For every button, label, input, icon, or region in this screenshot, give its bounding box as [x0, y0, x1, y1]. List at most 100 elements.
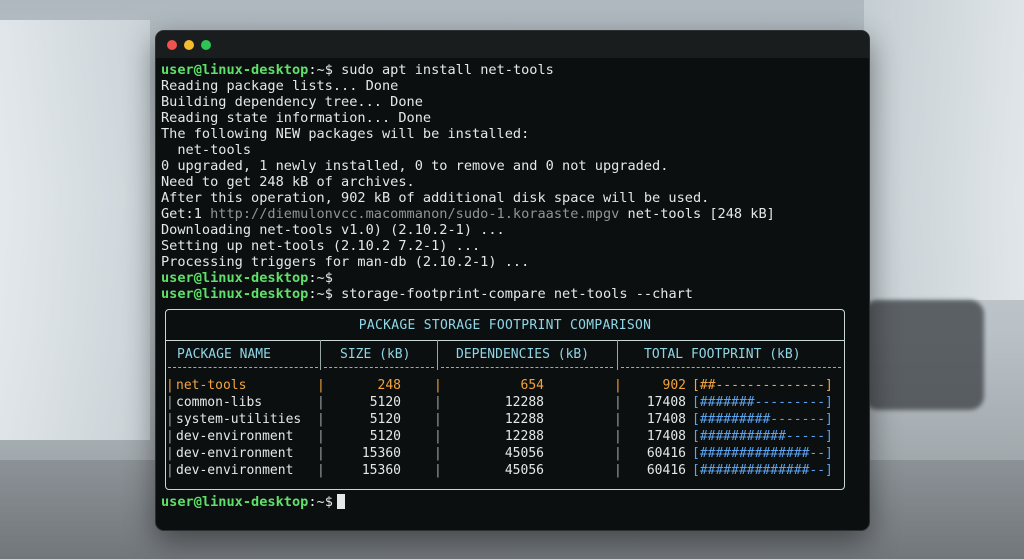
terminal-line: Processing triggers for man-db (2.10.2-1…: [161, 254, 864, 270]
package-name: dev-environment: [176, 446, 294, 461]
terminal-line: Building dependency tree... Done: [161, 94, 864, 110]
package-size: 5120: [369, 395, 401, 410]
package-dependencies: 45056: [504, 446, 544, 461]
command-text: storage-footprint-compare net-tools --ch…: [332, 286, 693, 302]
output-text: net-tools: [161, 142, 252, 158]
column-header-size: SIZE (kB): [340, 347, 411, 362]
prompt-path: :~$: [308, 494, 333, 510]
maximize-window-button[interactable]: [201, 40, 211, 50]
column-separator: |: [166, 395, 174, 410]
background-window: [0, 20, 150, 440]
output-text: Reading package lists... Done: [161, 78, 399, 94]
package-dependencies: 45056: [504, 463, 544, 478]
download-url: http://diemulonvcc.macommanon/sudo-1.kor…: [210, 206, 620, 222]
prompt-user: user@linux-desktop: [161, 494, 309, 510]
terminal-titlebar[interactable]: [156, 31, 869, 58]
package-total: 902: [662, 378, 686, 393]
footprint-bar: [#######---------]: [692, 395, 833, 410]
header-underline: [441, 367, 613, 368]
column-separator: |: [166, 429, 174, 444]
storage-footprint-chart: PACKAGE STORAGE FOOTPRINT COMPARISON PAC…: [165, 309, 845, 490]
command-text: sudo apt install net-tools: [332, 62, 554, 78]
package-name: system-utilities: [176, 412, 302, 427]
chart-divider: [166, 340, 844, 341]
table-row: | | | | dev-environment 15360 45056 60416 [#####…: [166, 446, 844, 462]
background-window: [864, 0, 1024, 300]
package-size: 15360: [361, 446, 401, 461]
header-underline: [621, 367, 841, 368]
column-separator: |: [434, 446, 442, 461]
prompt-user: user@linux-desktop: [161, 270, 309, 286]
terminal-line: Reading state information... Done: [161, 110, 864, 126]
terminal-line: Need to get 248 kB of archives.: [161, 174, 864, 190]
package-size: 5120: [369, 429, 401, 444]
column-separator: |: [434, 395, 442, 410]
chart-title: PACKAGE STORAGE FOOTPRINT COMPARISON: [358, 318, 652, 333]
terminal-line: Downloading net-tools v1.0) (2.10.2-1) .…: [161, 222, 864, 238]
terminal-line: net-tools: [161, 142, 864, 158]
column-separator: |: [434, 429, 442, 444]
terminal-line: Get:1 http://diemulonvcc.macommanon/sudo…: [161, 206, 864, 222]
column-separator: |: [166, 378, 174, 393]
terminal-line: user@linux-desktop:~$: [161, 494, 864, 510]
package-dependencies: 12288: [504, 412, 544, 427]
column-separator: |: [434, 463, 442, 478]
minimize-window-button[interactable]: [184, 40, 194, 50]
terminal-line: user@linux-desktop:~$ storage-footprint-…: [161, 286, 864, 302]
column-separator: |: [166, 412, 174, 427]
package-total: 17408: [646, 395, 686, 410]
package-size: 248: [377, 378, 401, 393]
package-name: dev-environment: [176, 463, 294, 478]
column-separator: |: [166, 446, 174, 461]
footprint-bar: [###########-----]: [692, 429, 833, 444]
prompt-path: :~$: [308, 62, 333, 78]
close-window-button[interactable]: [167, 40, 177, 50]
package-size: 15360: [361, 463, 401, 478]
output-text: Reading state information... Done: [161, 110, 432, 126]
column-header-dependencies: DEPENDENCIES (kB): [456, 347, 590, 362]
output-text: Setting up net-tools (2.10.2 7.2-1) ...: [161, 238, 481, 254]
column-separator: [617, 340, 618, 370]
column-separator: |: [434, 378, 442, 393]
terminal-window[interactable]: user@linux-desktop:~$ sudo apt install n…: [155, 30, 870, 531]
package-total: 60416: [646, 463, 686, 478]
column-header-package-name: PACKAGE NAME: [177, 347, 271, 362]
footprint-bar: [#########-------]: [692, 412, 833, 427]
terminal-line: Reading package lists... Done: [161, 78, 864, 94]
table-row: | | | | dev-environment 5120 12288 17408 [######…: [166, 429, 844, 445]
package-total: 17408: [646, 412, 686, 427]
header-underline: [168, 367, 318, 368]
column-header-total-footprint: TOTAL FOOTPRINT (kB): [644, 347, 801, 362]
terminal-line: The following NEW packages will be insta…: [161, 126, 864, 142]
column-separator: |: [434, 412, 442, 427]
package-dependencies: 12288: [504, 395, 544, 410]
prompt-user: user@linux-desktop: [161, 62, 309, 78]
output-text: Processing triggers for man-db (2.10.2-1…: [161, 254, 530, 270]
package-dependencies: 654: [520, 378, 544, 393]
terminal-line: user@linux-desktop:~$ sudo apt install n…: [161, 62, 864, 78]
output-text: Downloading net-tools v1.0) (2.10.2-1) .…: [161, 222, 505, 238]
package-total: 17408: [646, 429, 686, 444]
column-separator: [320, 340, 321, 370]
package-name: net-tools: [176, 378, 247, 393]
terminal-line: user@linux-desktop:~$: [161, 270, 864, 286]
footprint-bar: [##############--]: [692, 463, 833, 478]
background-chair: [864, 300, 984, 410]
package-size: 5120: [369, 412, 401, 427]
terminal-line: 0 upgraded, 1 newly installed, 0 to remo…: [161, 158, 864, 174]
output-text: After this operation, 902 kB of addition…: [161, 190, 710, 206]
package-dependencies: 12288: [504, 429, 544, 444]
package-name: common-libs: [176, 395, 263, 410]
output-text: Get:1: [161, 206, 211, 222]
output-text: 0 upgraded, 1 newly installed, 0 to remo…: [161, 158, 669, 174]
column-separator: [437, 340, 438, 370]
output-text: Building dependency tree... Done: [161, 94, 423, 110]
package-name: dev-environment: [176, 429, 294, 444]
table-row: | | | | net-tools 248 654 902 [##--------------]: [166, 378, 844, 394]
table-row: | | | | system-utilities 5120 12288 17408 [#####…: [166, 412, 844, 428]
table-row: | | | | common-libs 5120 12288 17408 [#######---…: [166, 395, 844, 411]
prompt-user: user@linux-desktop: [161, 286, 309, 302]
footprint-bar: [##############--]: [692, 446, 833, 461]
column-separator: |: [166, 463, 174, 478]
text-cursor[interactable]: [336, 494, 345, 509]
